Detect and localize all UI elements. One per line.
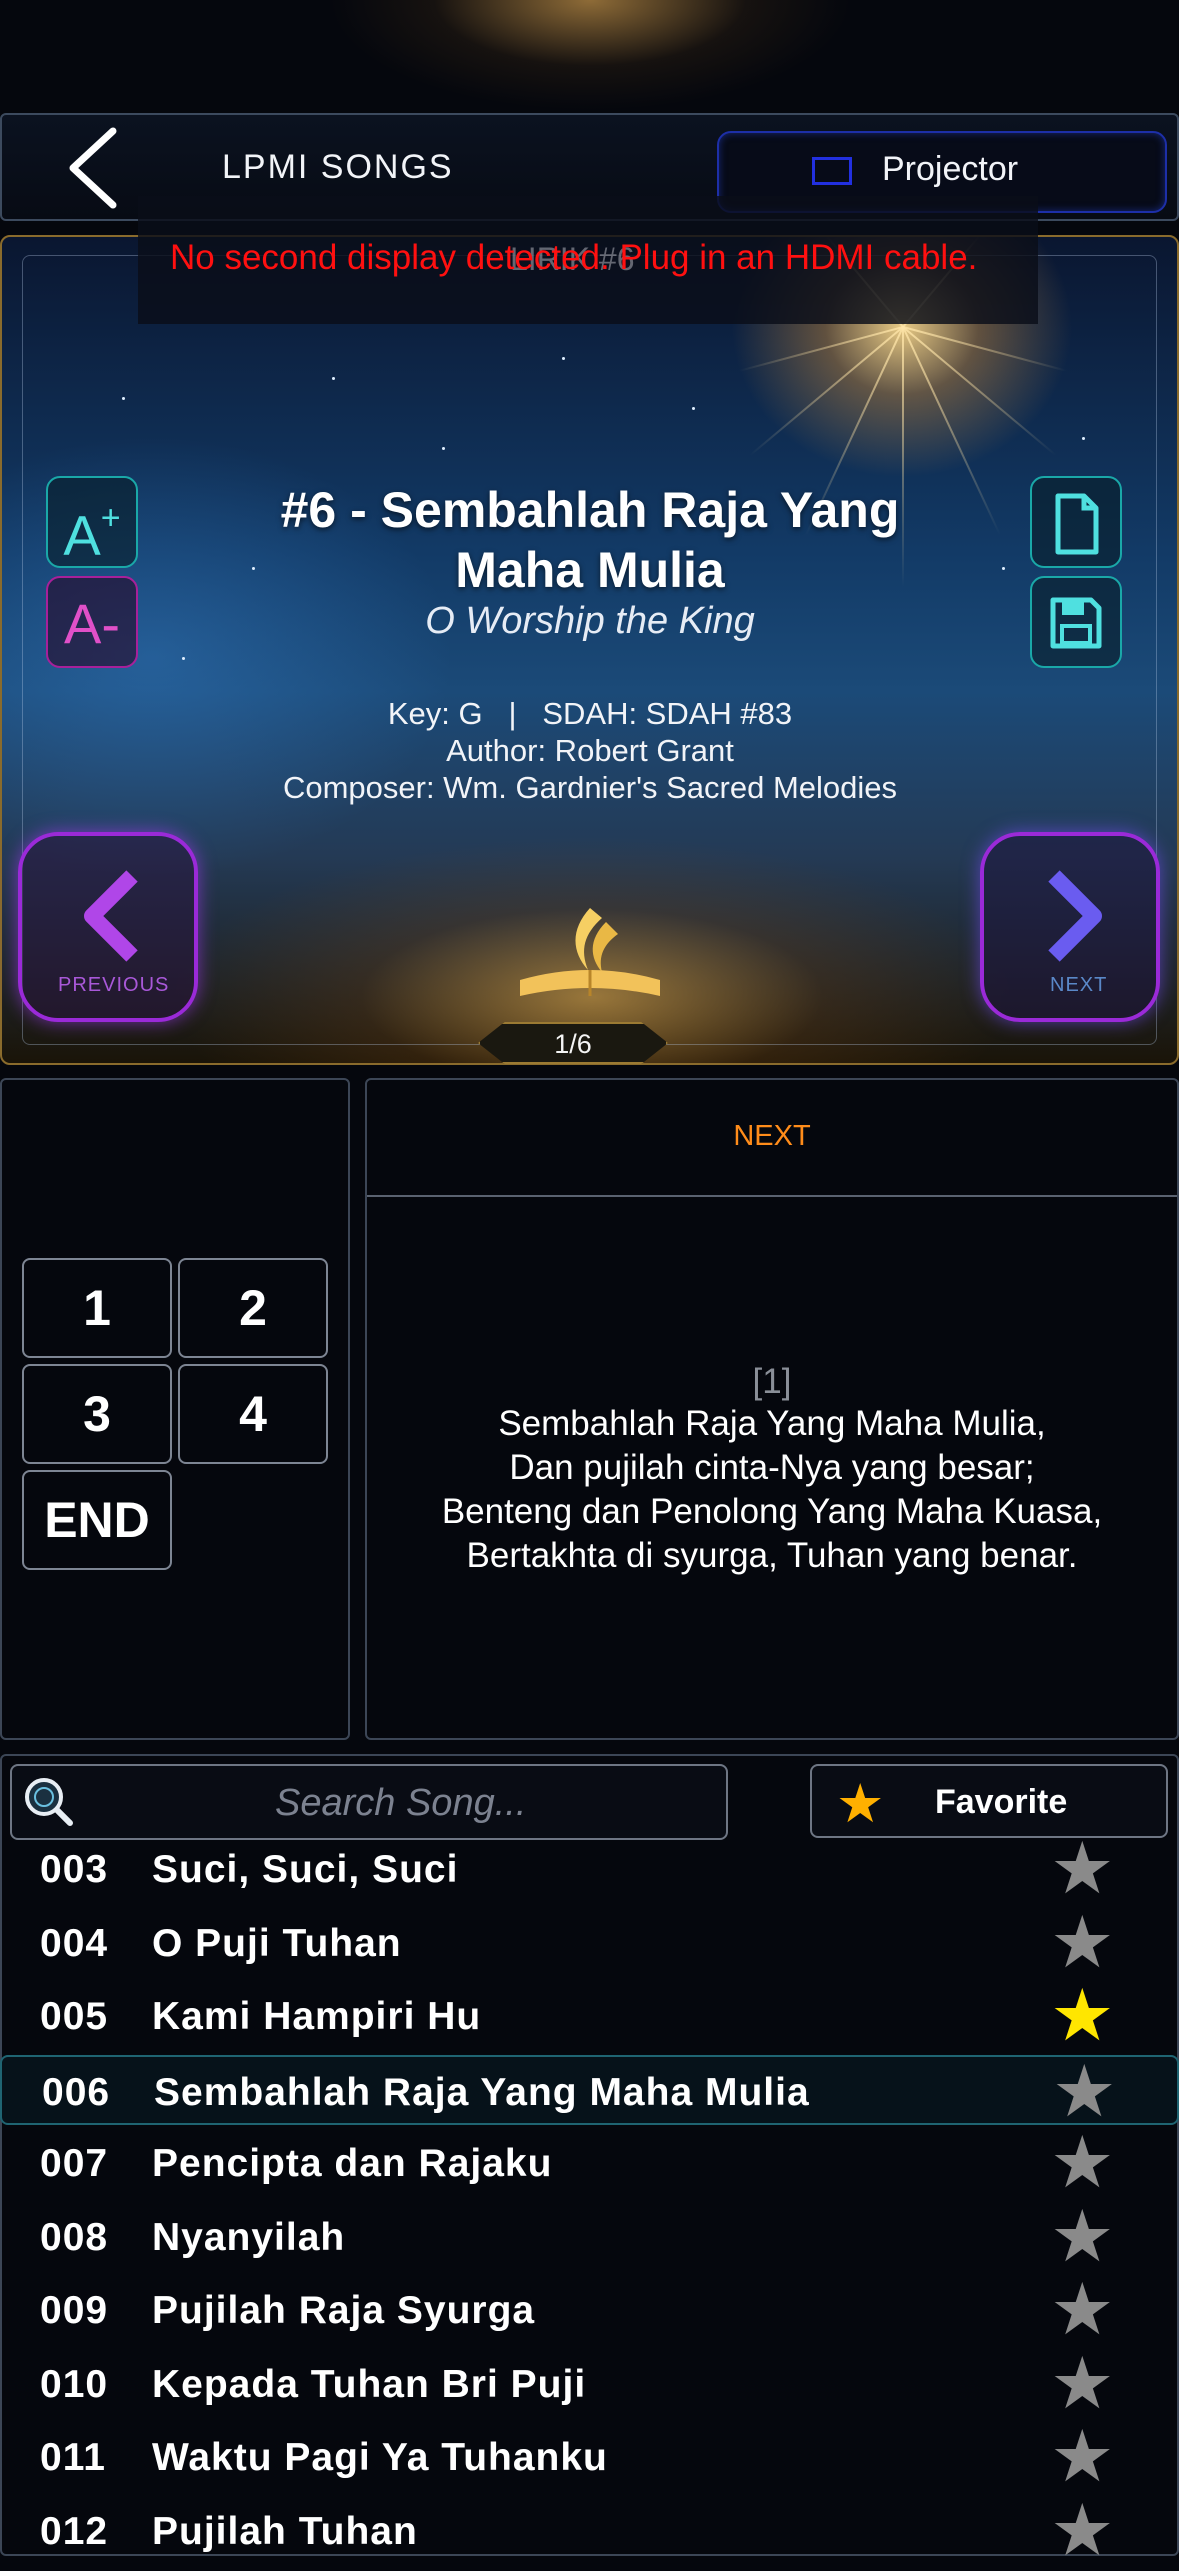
song-list-item[interactable]: 009 Pujilah Raja Syurga ★: [0, 2274, 1179, 2346]
floppy-disk-icon: [1050, 597, 1102, 649]
chevron-left-icon: [69, 127, 117, 209]
song-number: 007: [40, 2142, 109, 2185]
favorite-star-icon[interactable]: ★: [1050, 2421, 1115, 2493]
song-list-item[interactable]: 005 Kami Hampiri Hu ★: [0, 1980, 1179, 2052]
song-title: Pujilah Tuhan: [152, 2509, 418, 2553]
star-icon: ★: [836, 1774, 885, 1834]
song-title: Pujilah Raja Syurga: [152, 2289, 536, 2332]
song-list-item[interactable]: 006 Sembahlah Raja Yang Maha Mulia ★: [0, 2054, 1179, 2128]
favorite-star-icon[interactable]: ★: [1050, 2348, 1115, 2420]
font-decrease-label: A-: [64, 592, 120, 655]
lyric-line: Bertakhta di syurga, Tuhan yang benar.: [466, 1536, 1078, 1575]
divider: [367, 1195, 1177, 1197]
song-number: 010: [40, 2362, 109, 2406]
favorite-star-icon[interactable]: ★: [1052, 2056, 1117, 2128]
chevron-left-icon: [84, 870, 138, 962]
projector-label: Projector: [882, 150, 1019, 188]
author-info: Author: Robert Grant: [446, 733, 734, 768]
song-title: Nyanyilah: [152, 2215, 346, 2259]
favorite-star-icon[interactable]: ★: [1050, 1980, 1115, 2052]
favorite-star-icon[interactable]: ★: [1050, 2495, 1115, 2567]
app-title: LPMI SONGS: [222, 148, 454, 186]
song-number: 005: [40, 1995, 109, 2038]
verse-1-button[interactable]: 1: [22, 1258, 172, 1358]
font-increase-label: A: [63, 503, 101, 567]
song-title: Waktu Pagi Ya Tuhanku: [152, 2436, 608, 2479]
document-button[interactable]: [1030, 476, 1122, 568]
favorite-label: Favorite: [935, 1783, 1068, 1821]
next-label: NEXT: [1050, 974, 1108, 996]
no-display-warning: No second display detected. Plug in an H…: [170, 238, 978, 277]
favorite-star-icon[interactable]: ★: [1050, 2127, 1115, 2199]
song-title: Kami Hampiri Hu: [152, 1995, 482, 2038]
favorite-star-icon[interactable]: ★: [1050, 2274, 1115, 2346]
document-icon: [1055, 493, 1099, 555]
next-preview-label: NEXT: [733, 1120, 811, 1152]
song-list-item[interactable]: 003 Suci, Suci, Suci ★: [0, 1833, 1179, 1905]
song-number: 009: [40, 2289, 109, 2332]
lyric-line: Sembahlah Raja Yang Maha Mulia,: [498, 1404, 1046, 1443]
font-increase-button[interactable]: A+: [46, 476, 138, 568]
next-button[interactable]: NEXT: [980, 832, 1160, 1022]
song-title: Pencipta dan Rajaku: [152, 2142, 553, 2185]
song-list-item[interactable]: 008 Nyanyilah ★: [0, 2201, 1179, 2273]
song-title: Sembahlah Raja Yang Maha Mulia: [154, 2070, 810, 2114]
verse-2-button[interactable]: 2: [178, 1258, 328, 1358]
chevron-right-icon: [1048, 870, 1102, 962]
composer-info: Composer: Wm. Gardnier's Sacred Melodies: [282, 770, 898, 805]
monitor-icon: [812, 157, 852, 185]
song-title: #6 - Sembahlah Raja Yang Maha Mulia: [190, 480, 990, 600]
song-english-title: O Worship the King: [425, 600, 755, 642]
song-title: O Puji Tuhan: [152, 1921, 402, 1965]
song-list-item[interactable]: 012 Pujilah Tuhan ★: [0, 2495, 1179, 2567]
favorite-star-icon[interactable]: ★: [1050, 1907, 1115, 1979]
song-list-item[interactable]: 004 O Puji Tuhan ★: [0, 1907, 1179, 1979]
song-list-item[interactable]: 007 Pencipta dan Rajaku ★: [0, 2127, 1179, 2199]
search-icon: [25, 1778, 73, 1826]
verse-number: [1]: [752, 1362, 792, 1401]
song-title-line-1: #6 - Sembahlah Raja Yang: [280, 482, 900, 538]
song-title: Suci, Suci, Suci: [152, 1848, 459, 1891]
favorite-star-icon[interactable]: ★: [1050, 1833, 1115, 1905]
verse-3-button[interactable]: 3: [22, 1364, 172, 1464]
save-button[interactable]: [1030, 576, 1122, 668]
lyric-line: Benteng dan Penolong Yang Maha Kuasa,: [441, 1492, 1103, 1531]
page-indicator: 1/6: [478, 1022, 668, 1064]
search-placeholder: Search Song...: [275, 1782, 527, 1824]
end-button[interactable]: END: [22, 1470, 172, 1570]
favorite-star-icon[interactable]: ★: [1050, 2201, 1115, 2273]
song-number: 003: [40, 1848, 109, 1891]
song-list-item[interactable]: 010 Kepada Tuhan Bri Puji ★: [0, 2348, 1179, 2420]
song-number: 006: [42, 2070, 111, 2114]
top-glow: [0, 0, 1179, 115]
key-sdah-info: Key: G | SDAH: SDAH #83: [387, 696, 793, 731]
song-number: 004: [40, 1921, 109, 1965]
song-number: 011: [40, 2436, 106, 2479]
back-button[interactable]: [55, 123, 135, 213]
previous-label: PREVIOUS: [58, 974, 170, 996]
song-number: 008: [40, 2215, 109, 2259]
lyric-line: Dan pujilah cinta-Nya yang besar;: [509, 1448, 1035, 1487]
previous-button[interactable]: PREVIOUS: [18, 832, 198, 1022]
song-list-item[interactable]: 011 Waktu Pagi Ya Tuhanku ★: [0, 2421, 1179, 2493]
song-number: 012: [40, 2509, 109, 2553]
verse-4-button[interactable]: 4: [178, 1364, 328, 1464]
church-logo-icon: [520, 908, 660, 996]
font-decrease-button[interactable]: A-: [46, 576, 138, 668]
song-title-line-2: Maha Mulia: [455, 542, 725, 598]
song-title: Kepada Tuhan Bri Puji: [152, 2362, 587, 2406]
